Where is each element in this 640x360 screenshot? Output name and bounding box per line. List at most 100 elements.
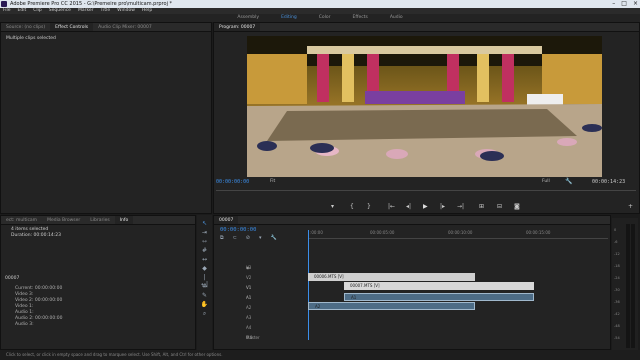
duration-label: Duration: 00:00:14:23 [11, 233, 61, 238]
ruler-label-15: 00:00:15:00 [526, 230, 551, 235]
playback-resolution-select[interactable]: Full [542, 179, 550, 184]
workspace-effects[interactable]: Effects [353, 14, 368, 22]
program-duration: 00:00:14:23 [592, 179, 626, 185]
rate-stretch-tool-icon[interactable]: ↔ [200, 256, 209, 263]
timeline-ruler[interactable]: :00:00 00:00:05:00 00:00:10:00 00:00:15:… [308, 230, 608, 239]
timeline-timecode[interactable]: 00:00:00:00 [220, 227, 256, 233]
tab-libraries[interactable]: Libraries [85, 216, 114, 224]
program-monitor-title[interactable]: Program: 00007 [214, 23, 261, 31]
close-button[interactable]: × [633, 0, 638, 8]
step-back-icon[interactable]: ◂| [406, 203, 411, 210]
slide-tool-icon[interactable]: ↮ [200, 283, 209, 290]
clip-00007-audio[interactable]: A1 [344, 293, 534, 301]
playhead[interactable] [308, 230, 309, 340]
workspace-editing[interactable]: Editing [281, 14, 297, 22]
track-header-a1: A1 A1 [242, 293, 306, 302]
clip-label: 00007.MTS [V] [350, 283, 380, 288]
export-frame-icon[interactable]: ◙ [514, 203, 520, 210]
extract-icon[interactable]: ⊟ [497, 203, 502, 210]
sequence-name: 00007 [5, 276, 20, 281]
meter-scale: 0 -6 -12 -18 -24 -30 -36 -42 -48 -54 [614, 224, 620, 344]
monitor-scrubber[interactable] [216, 190, 636, 194]
window-title-bar: Adobe Premiere Pro CC 2015 - G:\Premeire… [0, 0, 640, 8]
video-frame-image [247, 36, 602, 177]
meter-label: 0 [614, 228, 617, 232]
tab-effect-controls[interactable]: Effect Controls [50, 23, 94, 31]
program-timecode[interactable]: 00:00:00:00 [216, 179, 249, 185]
slip-tool-icon[interactable]: |↔| [200, 274, 209, 288]
selection-tool-icon[interactable]: ↖ [200, 220, 209, 227]
clip-label: A1 [351, 295, 357, 300]
timeline-settings-icon[interactable]: 🔧 [271, 235, 277, 241]
hand-tool-icon[interactable]: ✋ [200, 301, 209, 308]
add-marker-timeline-icon[interactable]: ▾ [259, 235, 262, 241]
zoom-select[interactable]: Fit [270, 179, 275, 184]
meter-bar-right [631, 224, 635, 348]
wrench-icon[interactable]: 🔧 [565, 178, 572, 185]
step-forward-icon[interactable]: |▸ [440, 203, 445, 210]
window-title: Adobe Premiere Pro CC 2015 - G:\Premeire… [10, 1, 173, 7]
nest-icon[interactable]: ⧉ [220, 235, 224, 241]
workspace-color[interactable]: Color [319, 14, 331, 22]
workspace-assembly[interactable]: Assembly [237, 14, 259, 22]
clip-00007-video[interactable]: 00007.MTS [V] [344, 282, 534, 290]
ripple-edit-tool-icon[interactable]: ⇿ [200, 238, 209, 245]
track-header-v3: ▭ V3 ◉ [242, 263, 306, 272]
add-button-icon[interactable]: + [628, 203, 633, 210]
effect-controls-panel: Source: (no clips) Effect Controls Audio… [0, 22, 212, 214]
meter-label: -6 [614, 240, 618, 244]
meter-label: -54 [614, 336, 620, 340]
info-details: Current: 00:00:00:00 Video 3: Video 2: 0… [15, 286, 62, 328]
pen-tool-icon[interactable]: ✎ [200, 292, 209, 299]
program-video-frame [247, 36, 602, 177]
ruler-label-0: :00:00 [310, 230, 323, 235]
timeline-tab[interactable]: 00007 [214, 216, 239, 224]
track-name-a3: A3 [246, 315, 252, 320]
track-header-a2: A2 [242, 303, 306, 312]
audio-meters: 0 -6 -12 -18 -24 -30 -36 -42 -48 -54 [612, 218, 638, 350]
info-audio-3: Audio 3: [15, 322, 34, 327]
rolling-edit-tool-icon[interactable]: # [200, 247, 209, 254]
track-name-v2: V2 [246, 275, 252, 280]
meter-label: -42 [614, 312, 620, 316]
add-marker-icon[interactable]: ▾ [331, 203, 334, 210]
tab-project[interactable]: ect: multicam [1, 216, 42, 224]
track-select-tool-icon[interactable]: ⇥ [200, 229, 209, 236]
linked-selection-icon[interactable]: ⊘ [246, 235, 250, 241]
clip-label: 00006.MTS [V] [314, 274, 344, 279]
premiere-app-icon [1, 1, 7, 7]
tab-source[interactable]: Source: (no clips) [1, 23, 50, 31]
razor-tool-icon[interactable]: ◆ [200, 265, 209, 272]
track-name-a2: A2 [246, 305, 252, 310]
clip-00006-video[interactable]: 00006.MTS [V] [308, 273, 475, 281]
snap-icon[interactable]: ⊂ [233, 235, 237, 241]
go-to-in-icon[interactable]: |← [388, 203, 395, 210]
ruler-label-5: 00:00:05:00 [370, 230, 395, 235]
zoom-tool-icon[interactable]: ⌕ [200, 310, 209, 317]
info-panel: ect: multicam Media Browser Libraries In… [0, 215, 196, 350]
lift-icon[interactable]: ⊞ [479, 203, 484, 210]
minimize-button[interactable]: – [612, 0, 615, 8]
meter-label: -36 [614, 300, 620, 304]
ruler-label-10: 00:00:10:00 [448, 230, 473, 235]
workspace-bar: Assembly Editing Color Effects Audio [0, 14, 640, 22]
track-name-a1: A1 [246, 295, 252, 300]
workspace-audio[interactable]: Audio [390, 14, 403, 22]
meter-label: -18 [614, 264, 620, 268]
mark-in-icon[interactable]: { [350, 203, 354, 210]
maximize-button[interactable]: □ [621, 0, 627, 8]
mark-out-icon[interactable]: } [367, 203, 371, 210]
tab-media-browser[interactable]: Media Browser [42, 216, 85, 224]
go-to-out-icon[interactable]: →| [457, 203, 464, 210]
eye-icon[interactable]: ◉ [246, 263, 250, 272]
track-header-master: Master 0.0 [242, 333, 306, 342]
track-name-v1: V1 [246, 285, 252, 290]
meter-label: -48 [614, 324, 620, 328]
tab-info[interactable]: Info [114, 216, 134, 224]
meter-bar-left [626, 224, 630, 348]
play-icon[interactable]: ▶ [423, 203, 428, 210]
clip-00006-audio[interactable]: A2 [308, 302, 475, 310]
meter-label: -30 [614, 288, 620, 292]
master-volume[interactable]: 0.0 [246, 333, 252, 342]
tab-audio-clip-mixer[interactable]: Audio Clip Mixer: 00007 [93, 23, 157, 31]
